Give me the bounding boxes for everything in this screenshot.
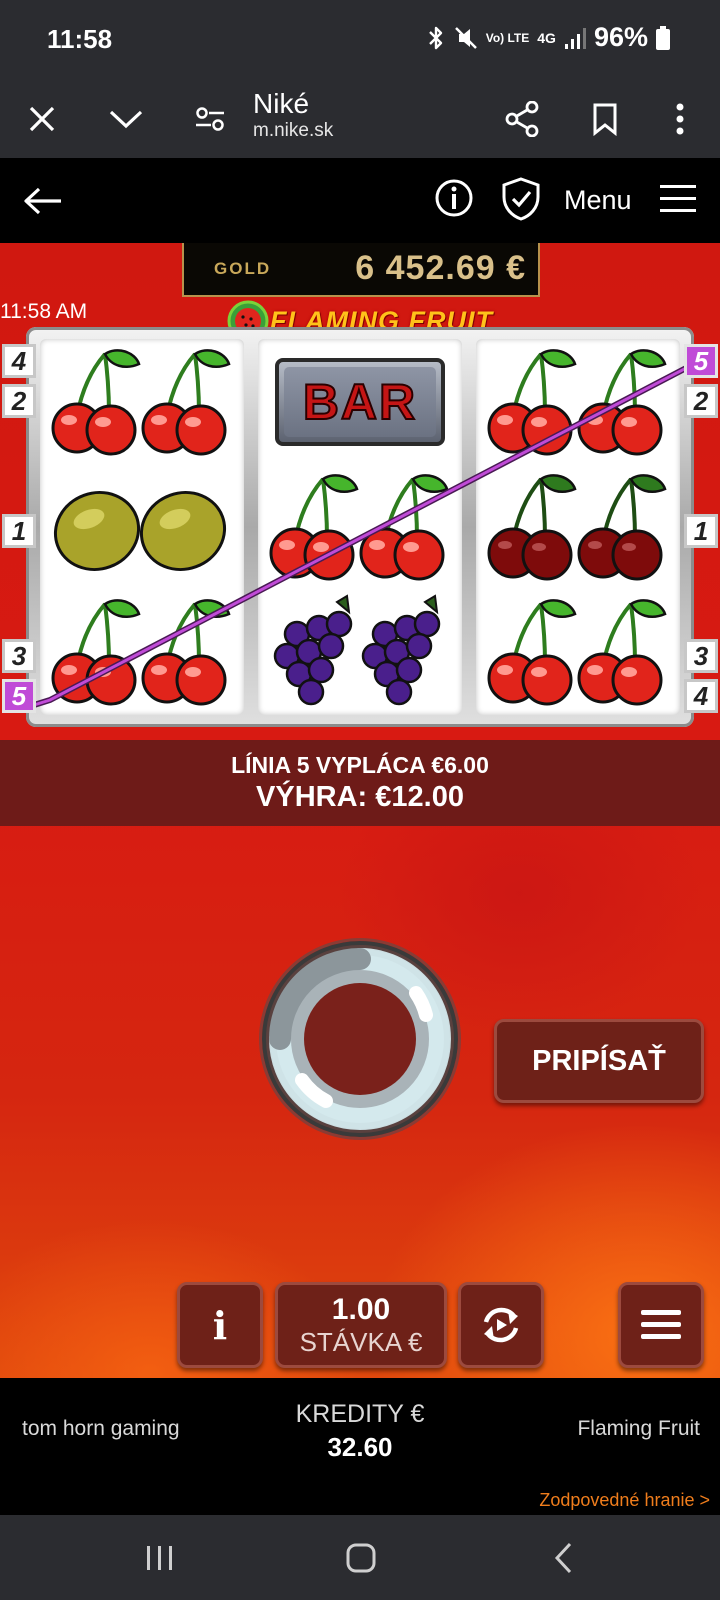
browser-toolbar: Niké m.nike.sk bbox=[0, 80, 720, 158]
game-info-button[interactable]: i bbox=[177, 1282, 263, 1368]
game-menu-button[interactable] bbox=[618, 1282, 704, 1368]
line-tag-right-4: 4 bbox=[684, 679, 718, 713]
recent-apps-icon[interactable] bbox=[120, 1515, 200, 1600]
bookmark-icon[interactable] bbox=[575, 80, 635, 158]
spin-button[interactable] bbox=[262, 941, 458, 1137]
shield-check-icon[interactable] bbox=[500, 176, 542, 222]
line-tag-left-4: 4 bbox=[2, 344, 36, 378]
stake-value: 1.00 bbox=[331, 1292, 391, 1326]
4g-icon: 4G bbox=[537, 30, 556, 46]
game-info-label: i bbox=[212, 1302, 228, 1348]
spin-icon bbox=[269, 948, 451, 1130]
autoplay-button[interactable] bbox=[458, 1282, 544, 1368]
line-tag-right-1: 1 bbox=[684, 514, 718, 548]
close-icon[interactable] bbox=[12, 80, 72, 158]
back-arrow-icon[interactable] bbox=[18, 176, 68, 226]
line-tag-left-3: 3 bbox=[2, 639, 36, 673]
game-name: Flaming Fruit bbox=[577, 1417, 700, 1440]
game-menu-icon bbox=[641, 1310, 681, 1339]
line-tag-left-5: 5 bbox=[2, 679, 36, 713]
payline-5 bbox=[33, 360, 701, 708]
win-total-text: VÝHRA: €12.00 bbox=[256, 781, 464, 813]
status-icons: Vo) LTE 4G 96% bbox=[426, 22, 670, 53]
page-url[interactable]: m.nike.sk bbox=[253, 120, 333, 142]
more-vert-icon[interactable] bbox=[650, 80, 710, 158]
chevron-down-icon[interactable] bbox=[96, 80, 156, 158]
collect-button[interactable]: PRIPÍSAŤ bbox=[494, 1019, 704, 1103]
volte-icon: Vo) LTE bbox=[486, 32, 530, 44]
slot-game: GOLD 6 452.69 € 11:58 AM FLAMING FRUIT B… bbox=[0, 243, 720, 1378]
menu-label[interactable]: Menu bbox=[564, 185, 632, 216]
status-time: 11:58 bbox=[47, 24, 113, 54]
home-icon[interactable] bbox=[321, 1515, 401, 1600]
network-label: Vo) LTE bbox=[485, 30, 530, 45]
responsible-gaming-link[interactable]: Zodpovedné hranie > bbox=[539, 1490, 710, 1511]
site-header: Menu bbox=[0, 158, 720, 243]
site-settings-icon[interactable] bbox=[180, 80, 240, 158]
battery-icon bbox=[656, 25, 670, 50]
hamburger-icon[interactable] bbox=[660, 182, 696, 216]
win-line-text: LÍNIA 5 VYPLÁCA €6.00 bbox=[231, 752, 489, 778]
autoplay-icon bbox=[483, 1307, 519, 1343]
status-bar: 11:58 Vo) LTE 4G 96% bbox=[0, 0, 720, 80]
back-icon[interactable] bbox=[523, 1515, 603, 1600]
share-icon[interactable] bbox=[492, 80, 552, 158]
line-tag-left-2: 2 bbox=[2, 384, 36, 418]
page-title[interactable]: Niké bbox=[253, 88, 309, 120]
stake-button[interactable]: 1.00 STÁVKA € bbox=[275, 1282, 447, 1368]
mute-icon bbox=[454, 25, 478, 51]
line-tag-left-1: 1 bbox=[2, 514, 36, 548]
line-tag-right-2: 2 bbox=[684, 384, 718, 418]
win-banner: LÍNIA 5 VYPLÁCA €6.00 VÝHRA: €12.00 bbox=[0, 740, 720, 826]
info-icon[interactable] bbox=[434, 178, 474, 218]
line-tag-right-3: 3 bbox=[684, 639, 718, 673]
bluetooth-icon bbox=[426, 25, 446, 51]
signal-icon bbox=[564, 26, 586, 50]
system-nav-bar bbox=[0, 1515, 720, 1600]
game-footer: tom horn gaming KREDITY € 32.60 Flaming … bbox=[0, 1378, 720, 1515]
battery-percent: 96% bbox=[593, 22, 648, 52]
line-tag-right-5: 5 bbox=[684, 344, 718, 378]
stake-label: STÁVKA € bbox=[299, 1326, 423, 1357]
network-type-label: 4G bbox=[537, 29, 556, 46]
